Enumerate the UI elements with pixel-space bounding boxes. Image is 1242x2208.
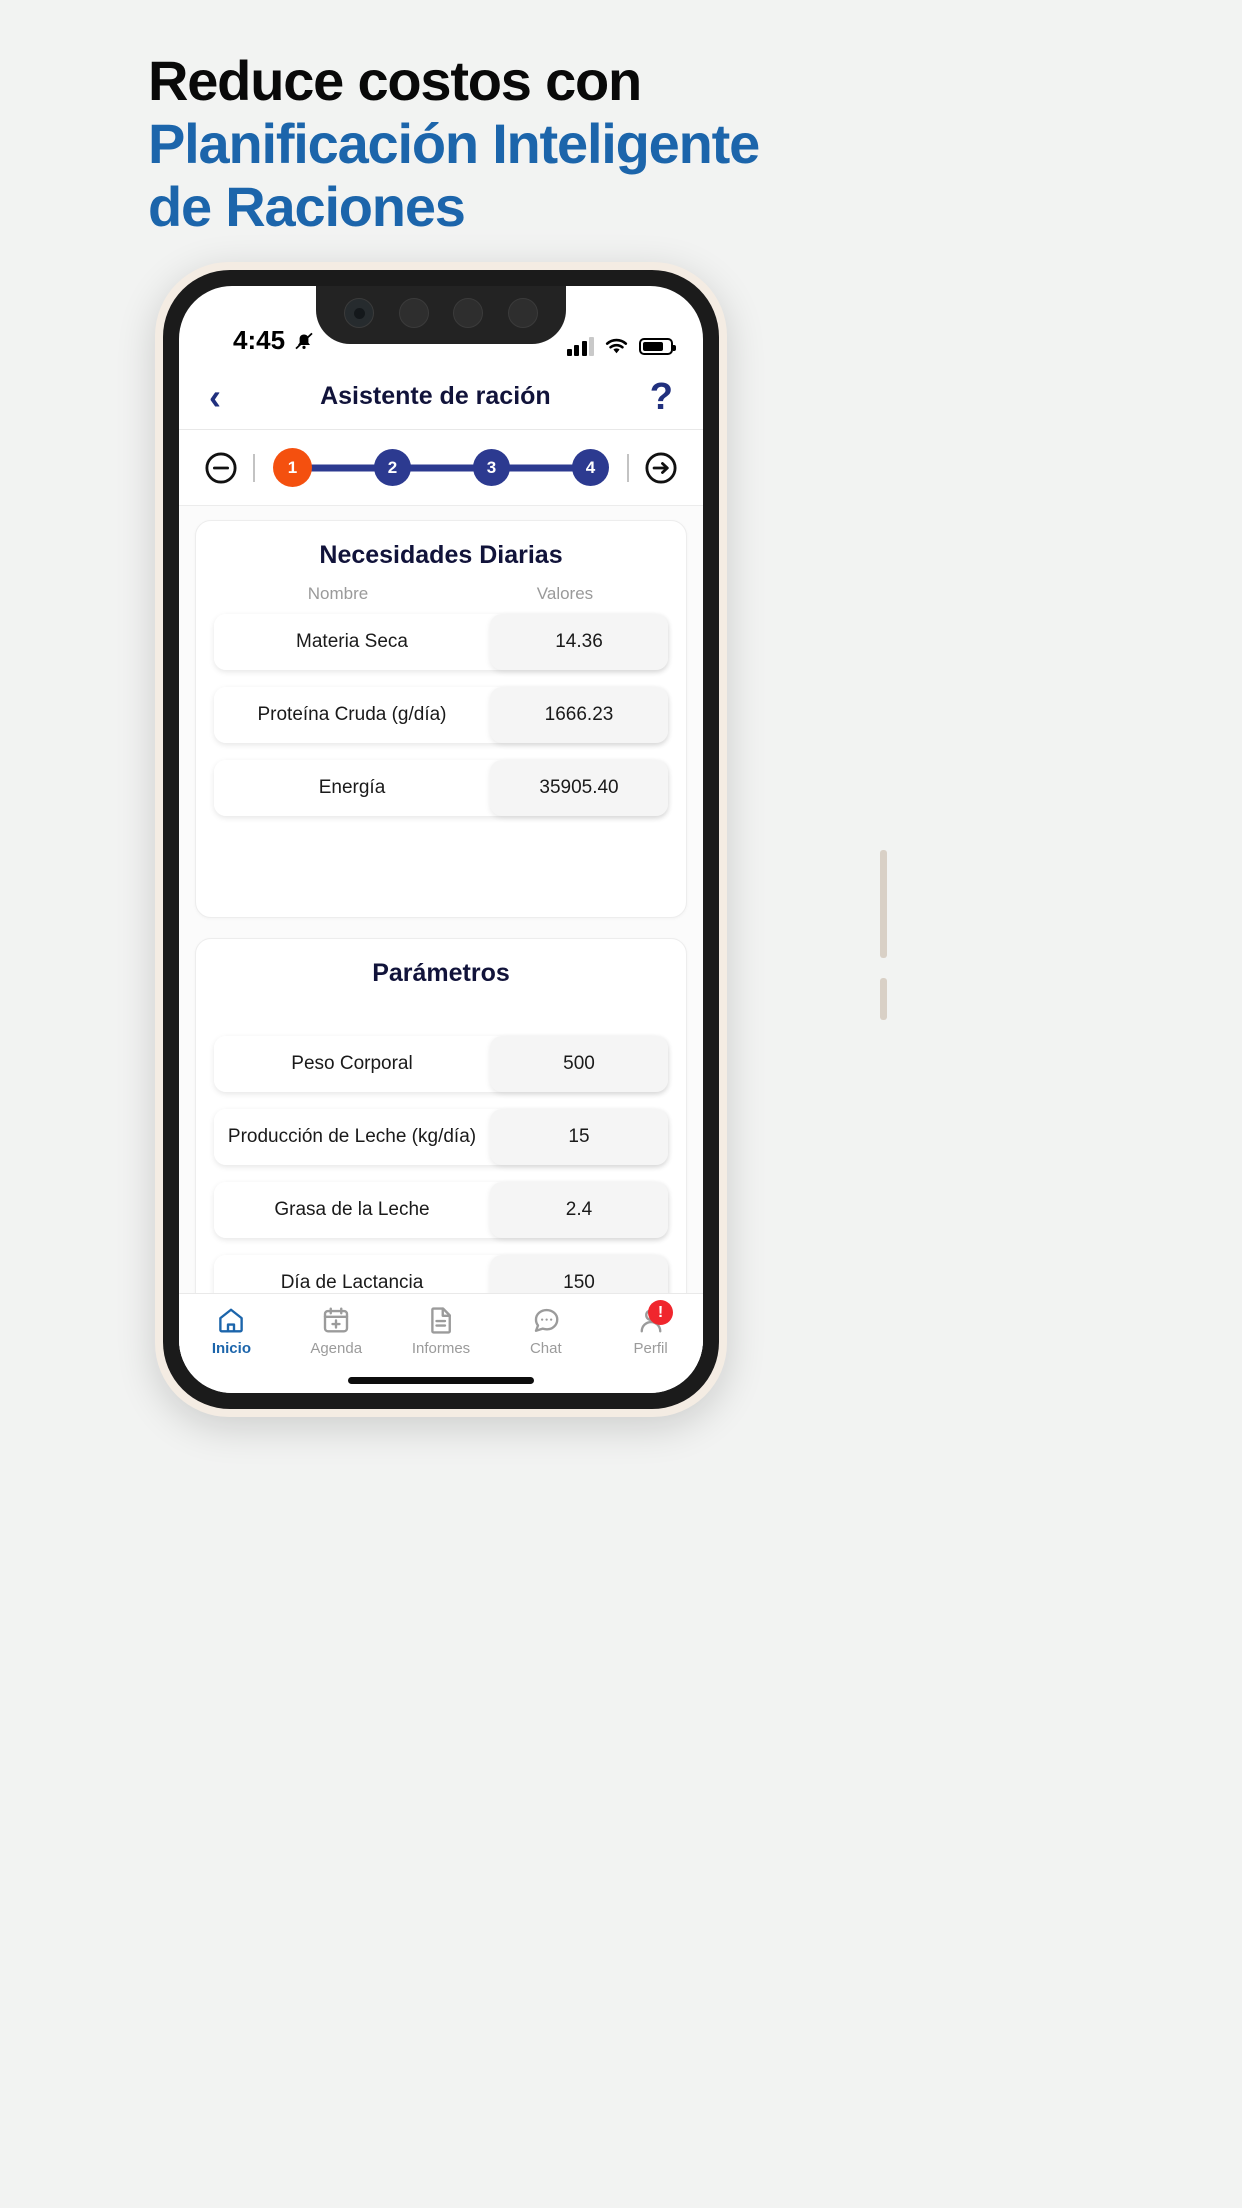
phone-power-button (880, 978, 887, 1020)
parameters-spacer (214, 1002, 668, 1036)
step-list: 1 2 3 4 (269, 448, 613, 487)
chat-bubble-icon (534, 1308, 559, 1332)
sensor-dot-1-icon (398, 298, 429, 328)
daily-needs-column-headers: Nombre Valores (214, 584, 668, 614)
front-camera-icon (344, 298, 375, 328)
table-row[interactable]: Grasa de la Leche 2.4 (214, 1182, 668, 1238)
row-label: Producción de Leche (kg/día) (214, 1109, 490, 1165)
step-3[interactable]: 3 (473, 449, 510, 486)
nav-label: Inicio (211, 1340, 251, 1357)
arrow-right-circle-icon[interactable] (643, 450, 679, 486)
stepper-divider-left (253, 453, 255, 482)
battery-icon (639, 337, 676, 355)
phone-screen: 4:45 ‹ Asistente de ración ? 1 2 3 4 Nec… (179, 286, 703, 1393)
headline-line-1: Reduce costos con (148, 49, 642, 112)
nav-label: Informes (411, 1340, 471, 1357)
nav-item-perfil[interactable]: ! Perfil (598, 1300, 703, 1357)
nav-label: Agenda (310, 1340, 363, 1357)
phone-volume-buttons (880, 850, 887, 958)
wizard-stepper: 1 2 3 4 (179, 430, 703, 506)
nav-item-inicio[interactable]: Inicio (179, 1305, 284, 1357)
parameters-title: Parámetros (372, 959, 510, 987)
column-header-name: Nombre (307, 584, 369, 603)
promo-headline: Reduce costos con Planificación Intelige… (148, 49, 848, 240)
row-label: Proteína Cruda (g/día) (214, 687, 490, 743)
status-icons (566, 336, 676, 356)
nav-item-chat[interactable]: Chat (493, 1305, 598, 1357)
row-value[interactable]: 500 (490, 1036, 668, 1092)
status-bar: 4:45 (179, 286, 703, 364)
step-2[interactable]: 2 (374, 449, 411, 486)
step-4[interactable]: 4 (572, 449, 609, 486)
bell-muted-icon (295, 332, 313, 349)
status-time: 4:45 (233, 325, 286, 355)
nav-label: Chat (529, 1340, 562, 1357)
row-value[interactable]: 15 (490, 1109, 668, 1165)
row-value[interactable]: 35905.40 (490, 760, 668, 816)
daily-needs-card: Necesidades Diarias Nombre Valores Mater… (195, 520, 687, 918)
document-icon (431, 1307, 451, 1334)
home-icon (219, 1308, 244, 1333)
step-1[interactable]: 1 (273, 448, 312, 487)
daily-needs-title: Necesidades Diarias (319, 541, 563, 569)
app-header: ‹ Asistente de ración ? (179, 364, 703, 430)
home-indicator[interactable] (348, 1377, 534, 1384)
row-value[interactable]: 14.36 (490, 614, 668, 670)
calendar-plus-icon (324, 1307, 349, 1333)
nav-label: Perfil (633, 1340, 668, 1357)
column-header-value: Valores (536, 584, 594, 603)
help-button[interactable]: ? (650, 378, 673, 416)
row-label: Energía (214, 760, 490, 816)
headline-line-3: de Raciones (148, 174, 466, 238)
row-label: Peso Corporal (214, 1036, 490, 1092)
row-label: Materia Seca (214, 614, 490, 670)
table-row[interactable]: Energía 35905.40 (214, 760, 668, 816)
nav-item-agenda[interactable]: Agenda (284, 1305, 389, 1357)
table-row[interactable]: Peso Corporal 500 (214, 1036, 668, 1092)
row-value[interactable]: 2.4 (490, 1182, 668, 1238)
sensor-dot-2-icon (453, 298, 484, 328)
table-row[interactable]: Producción de Leche (kg/día) 15 (214, 1109, 668, 1165)
nav-item-informes[interactable]: Informes (389, 1305, 494, 1357)
phone-mockup: 4:45 ‹ Asistente de ración ? 1 2 3 4 Nec… (155, 262, 887, 1417)
status-time-group: 4:45 (233, 325, 316, 356)
row-value[interactable]: 1666.23 (490, 687, 668, 743)
table-row[interactable]: Proteína Cruda (g/día) 1666.23 (214, 687, 668, 743)
phone-bezel: 4:45 ‹ Asistente de ración ? 1 2 3 4 Nec… (163, 270, 719, 1409)
sensor-dot-3-icon (507, 298, 538, 328)
row-label: Grasa de la Leche (214, 1182, 490, 1238)
notification-badge: ! (647, 1300, 673, 1325)
signal-bars-icon (566, 336, 594, 356)
phone-notch (316, 286, 566, 344)
headline-line-2: Planificación Inteligente (148, 111, 760, 175)
page-title: Asistente de ración (320, 382, 551, 410)
back-button[interactable]: ‹ (209, 378, 221, 415)
minus-circle-icon[interactable] (203, 450, 239, 486)
stepper-divider-right (627, 453, 629, 482)
table-row[interactable]: Materia Seca 14.36 (214, 614, 668, 670)
wifi-icon (605, 338, 628, 354)
app-content: Necesidades Diarias Nombre Valores Mater… (179, 506, 703, 1386)
